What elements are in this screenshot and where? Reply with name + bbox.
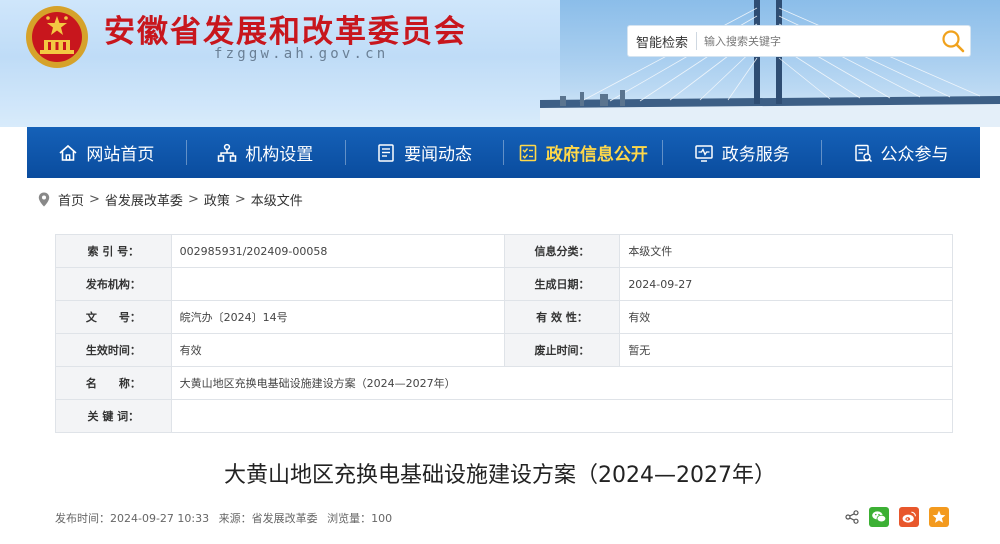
nav-label: 政务服务 [721,145,790,165]
breadcrumb-home[interactable]: 首页 [58,190,84,209]
nav-item-home[interactable]: 网站首页 [27,127,186,178]
main-nav: 网站首页 机构设置 要闻动态 政府信息公开 政务服务 公众参与 [27,127,980,178]
index-number-value: 002985931/202409-00058 [170,234,505,268]
nav-item-gov-info[interactable]: 政府信息公开 [503,127,662,178]
feedback-icon [854,144,872,162]
site-title[interactable]: 安徽省发展和改革委员会 [104,6,467,51]
table-row: 名 称： 大黄山地区充换电基础设施建设方案（2024—2027年） [55,366,954,400]
nav-label: 网站首页 [86,145,155,165]
nav-label: 政府信息公开 [545,145,648,165]
weibo-share-button[interactable] [899,507,919,527]
share-bar [845,507,949,527]
view-count: 浏览量：100 [327,512,393,525]
publisher-label: 发布机构： [55,267,172,301]
effective-time-value: 有效 [170,333,505,367]
breadcrumb-ndrc[interactable]: 省发展改革委 [105,190,183,209]
effective-time-label: 生效时间： [55,333,172,367]
nav-item-services[interactable]: 政务服务 [662,127,821,178]
article-info: 发布时间：2024-09-27 10:33 来源：省发展改革委 浏览量：100 [55,510,392,526]
nav-item-participation[interactable]: 公众参与 [821,127,980,178]
doc-number-label: 文 号： [55,300,172,334]
site-domain: fzggw.ah.gov.cn [214,46,389,62]
smart-search-label[interactable]: 智能检索 [636,32,688,51]
repeal-time-label: 废止时间： [503,333,621,367]
document-metadata-table: 索 引 号： 002985931/202409-00058 信息分类： 本级文件… [55,234,954,433]
search-input[interactable] [704,30,924,52]
table-row: 发布机构： 生成日期： 2024-09-27 [55,267,953,301]
monitor-icon [694,144,713,162]
doc-number-value: 皖汽办〔2024〕14号 [170,300,505,334]
created-date-value: 2024-09-27 [619,267,953,301]
nav-label: 公众参与 [880,145,949,165]
keywords-value [170,399,954,433]
source: 来源：省发展改革委 [218,512,318,525]
search-box: 智能检索 [628,26,970,56]
table-row: 索 引 号： 002985931/202409-00058 信息分类： 本级文件 [55,234,953,268]
home-icon [59,144,77,161]
weibo-icon [902,511,916,523]
newspaper-icon [378,143,394,162]
bridge-illustration [540,0,1000,127]
breadcrumb-current[interactable]: 本级文件 [251,190,303,209]
search-icon[interactable] [940,28,966,54]
breadcrumb-separator: > [234,192,246,207]
wechat-share-button[interactable] [869,507,889,527]
share-icon[interactable] [845,510,859,524]
doc-name-label: 名 称： [55,366,172,400]
star-icon [932,510,946,523]
breadcrumb-separator: > [89,192,100,207]
breadcrumb-policy[interactable]: 政策 [204,190,230,209]
validity-value: 有效 [619,300,953,334]
repeal-time-value: 暂无 [619,333,953,367]
keywords-label: 关 键 词： [55,399,172,433]
national-emblem-icon [26,6,88,68]
breadcrumb: 首页 > 省发展改革委 > 政策 > 本级文件 [38,190,303,209]
nav-item-organization[interactable]: 机构设置 [185,127,345,178]
nav-item-news[interactable]: 要闻动态 [344,127,504,178]
info-category-label: 信息分类： [503,234,621,268]
wechat-icon [872,511,887,523]
created-date-label: 生成日期： [503,267,621,301]
search-divider [696,32,697,50]
location-pin-icon [38,192,50,207]
info-category-value: 本级文件 [619,234,953,268]
checklist-icon [519,144,537,161]
favorite-button[interactable] [929,507,949,527]
nav-label: 要闻动态 [404,145,473,165]
header-banner: 安徽省发展和改革委员会 fzggw.ah.gov.cn 智能检索 [0,0,1000,127]
nav-label: 机构设置 [245,145,314,165]
table-row: 关 键 词： [55,399,954,433]
breadcrumb-separator: > [187,192,199,207]
article-title: 大黄山地区充换电基础设施建设方案（2024—2027年） [224,463,776,488]
index-number-label: 索 引 号： [55,234,172,268]
table-row: 生效时间： 有效 废止时间： 暂无 [55,333,953,367]
doc-name-value: 大黄山地区充换电基础设施建设方案（2024—2027年） [170,366,954,400]
validity-label: 有 效 性： [503,300,621,334]
publish-time: 发布时间：2024-09-27 10:33 [55,512,210,525]
table-row: 文 号： 皖汽办〔2024〕14号 有 效 性： 有效 [55,300,953,334]
org-chart-icon [217,143,237,162]
publisher-value [170,267,505,301]
